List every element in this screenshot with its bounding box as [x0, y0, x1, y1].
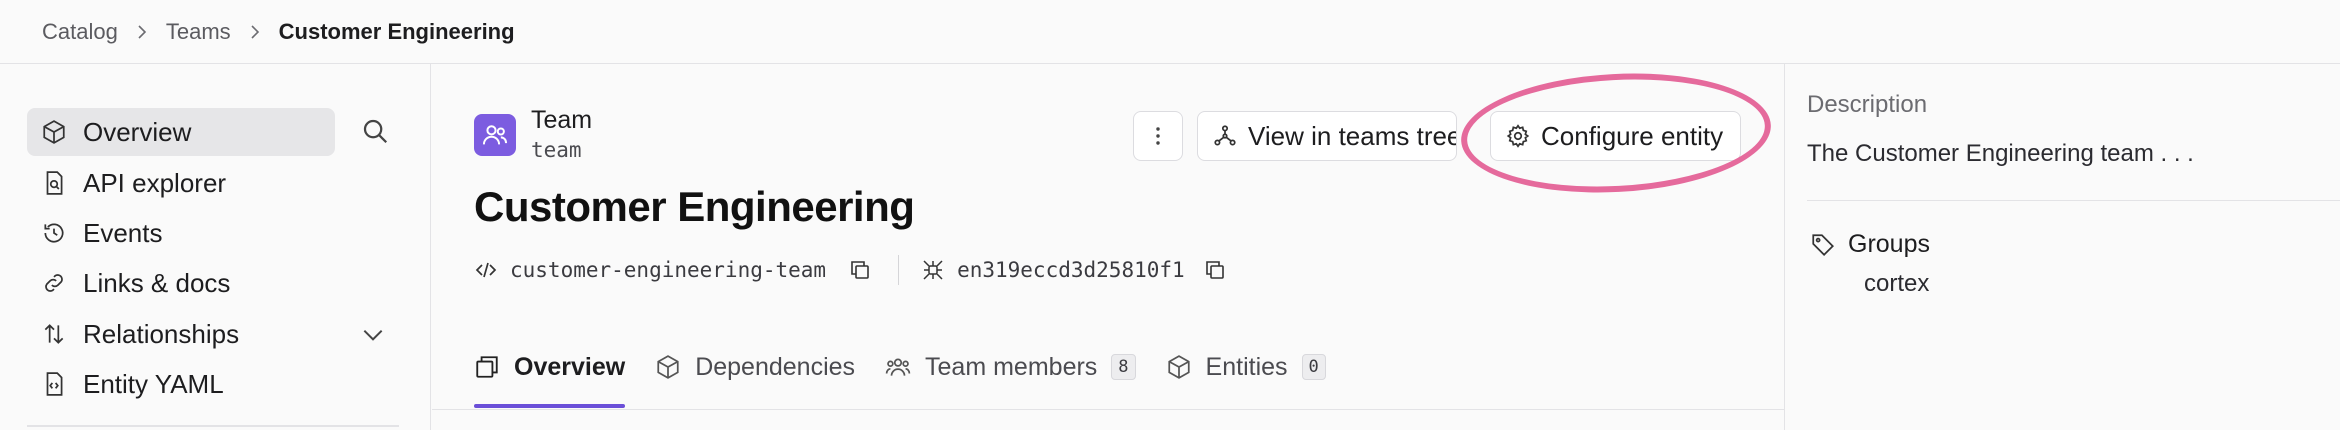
entity-tag: customer-engineering-team [510, 258, 827, 282]
entity-type-sub: team [531, 138, 582, 162]
document-search-icon [46, 171, 63, 195]
breadcrumb: Catalog Teams Customer Engineering [0, 0, 2340, 64]
tab-team-members[interactable]: Team members 8 [885, 344, 1136, 390]
sidebar-item-label: Entity YAML [83, 368, 224, 399]
sidebar-item-relationships[interactable]: Relationships [27, 310, 335, 358]
divider [898, 255, 900, 285]
count-badge: 0 [1301, 354, 1326, 380]
sidebar-item-label: Overview [83, 116, 192, 147]
sidebar-item-label: API explorer [83, 167, 227, 198]
users-icon [482, 125, 508, 145]
tab-dependencies[interactable]: Dependencies [655, 344, 855, 390]
entity-id: en319eccd3d25810f1 [957, 258, 1185, 282]
divider [1807, 200, 2340, 201]
sidebar-item-label: Links & docs [83, 267, 231, 298]
description-text: The Customer Engineering team . . . [1807, 140, 2194, 167]
sidebar-item-events[interactable]: Events [27, 209, 335, 257]
link-icon [45, 274, 63, 292]
history-icon [44, 223, 64, 243]
view-in-teams-tree-button[interactable]: View in teams tree [1197, 111, 1457, 161]
copy-icon[interactable] [1203, 258, 1227, 282]
chevron-down-icon[interactable] [360, 322, 386, 348]
divider [27, 425, 399, 427]
tab-label: Dependencies [695, 352, 856, 381]
group-tag[interactable]: cortex [1864, 270, 1929, 298]
tab-bar: Overview Dependencies Team members 8 Ent… [474, 344, 1356, 410]
tab-label: Overview [514, 352, 626, 381]
sidebar-item-links-docs[interactable]: Links & docs [27, 259, 335, 307]
window-icon [476, 356, 498, 378]
cube-icon [657, 355, 679, 379]
code-icon [475, 262, 497, 278]
tab-overview[interactable]: Overview [474, 344, 626, 408]
count-badge: 8 [1111, 354, 1136, 380]
users-icon [885, 358, 911, 376]
more-options-button[interactable] [1133, 111, 1183, 161]
groups-label: Groups [1848, 230, 1930, 258]
chevron-right-icon [134, 24, 150, 40]
kebab-icon [1156, 127, 1160, 145]
sidebar-item-api-explorer[interactable]: API explorer [27, 159, 335, 207]
team-type-badge [474, 114, 516, 156]
breadcrumb-current: Customer Engineering [278, 18, 515, 44]
entity-meta: customer-engineering-team en319eccd3d258… [474, 254, 1227, 286]
copy-icon[interactable] [848, 258, 872, 282]
tab-entities[interactable]: Entities 0 [1166, 344, 1326, 390]
sidebar-item-overview[interactable]: Overview [27, 108, 335, 156]
tree-graph-icon [1214, 125, 1236, 146]
divider [432, 409, 1784, 410]
groups-heading: Groups [1810, 230, 1930, 259]
cube-icon [43, 120, 65, 144]
tab-label: Entities [1205, 352, 1288, 381]
tag-icon [1812, 233, 1834, 256]
code-file-icon [46, 372, 63, 396]
entity-type-title: Team [531, 106, 593, 134]
chevron-right-icon [247, 24, 263, 40]
page-title: Customer Engineering [474, 183, 915, 230]
sidebar-item-label: Relationships [83, 318, 240, 349]
tab-label: Team members [925, 352, 1098, 381]
search-icon[interactable] [360, 116, 390, 146]
id-bug-icon [923, 260, 943, 280]
breadcrumb-teams[interactable]: Teams [166, 19, 231, 45]
sidebar-item-label: Events [83, 217, 163, 248]
breadcrumb-catalog[interactable]: Catalog [42, 19, 118, 45]
view-in-teams-tree-label: View in teams tree [1248, 120, 1457, 151]
arrows-updown-icon [44, 324, 64, 344]
cube-icon [1167, 355, 1190, 379]
sidebar-item-entity-yaml[interactable]: Entity YAML [27, 360, 335, 408]
description-label: Description [1807, 91, 1928, 118]
